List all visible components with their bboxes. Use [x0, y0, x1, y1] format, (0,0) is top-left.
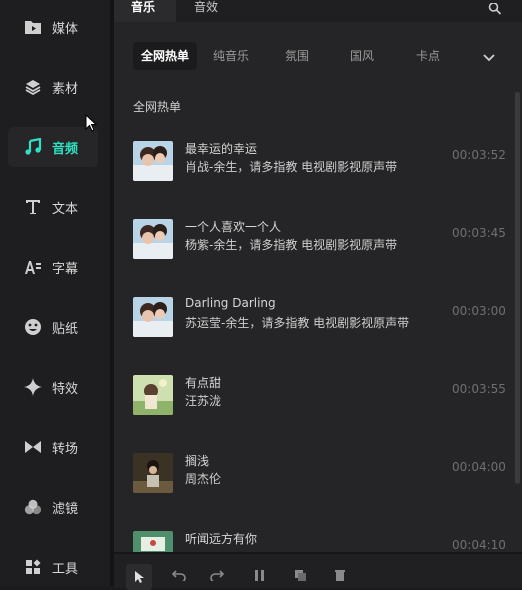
- sidebar-item-materials[interactable]: 素材: [8, 67, 98, 107]
- track-artist: 杨紫-余生，请多指教 电视剧影视原声带: [185, 238, 398, 252]
- album-cover: [133, 531, 173, 552]
- undo-icon[interactable]: [171, 566, 186, 585]
- sidebar-item-subtitle[interactable]: 字幕: [8, 247, 98, 287]
- media-icon: [24, 18, 42, 36]
- sticker-icon: [24, 318, 42, 336]
- sidebar-item-label: 特效: [52, 381, 79, 397]
- track-duration: 00:04:10: [452, 538, 506, 552]
- sidebar-item-label: 音频: [52, 141, 79, 157]
- track-row[interactable]: 一个人喜欢一个人 杨紫-余生，请多指教 电视剧影视原声带 00:03:45: [114, 219, 506, 279]
- copy-icon[interactable]: [294, 566, 306, 585]
- chip-chinese-style[interactable]: 国风: [342, 42, 382, 70]
- split-icon[interactable]: [254, 566, 266, 585]
- track-duration: 00:03:00: [452, 304, 506, 318]
- tools-icon: [24, 558, 42, 576]
- album-cover: [133, 375, 173, 415]
- track-title: 搁浅: [185, 454, 210, 468]
- tab-music[interactable]: 音乐: [114, 0, 176, 22]
- sidebar-item-label: 文本: [52, 201, 79, 217]
- sidebar-item-tools[interactable]: 工具: [8, 547, 98, 587]
- sidebar-item-media[interactable]: 媒体: [8, 7, 98, 47]
- category-chips: 全网热单 纯音乐 氛围 国风 卡点: [114, 40, 522, 72]
- timeline-toolbar: [114, 552, 522, 590]
- track-row[interactable]: 有点甜 汪苏泷 00:03:55: [114, 375, 506, 435]
- delete-icon[interactable]: [334, 566, 346, 585]
- track-title: 一个人喜欢一个人: [185, 220, 282, 234]
- redo-icon[interactable]: [210, 566, 225, 585]
- sidebar-item-sticker[interactable]: 贴纸: [8, 307, 98, 347]
- track-title: 有点甜: [185, 376, 222, 390]
- subtitle-icon: [24, 258, 42, 276]
- chip-hot-list[interactable]: 全网热单: [133, 42, 198, 70]
- chip-beat-sync[interactable]: 卡点: [408, 42, 448, 70]
- mouse-cursor-icon: [85, 113, 98, 136]
- track-duration: 00:03:52: [452, 148, 506, 162]
- album-cover: [133, 219, 173, 259]
- audio-panel: 音乐 音效 全网热单 纯音乐 氛围 国风 卡点 全网热单 最幸运的幸运 肖战-余…: [114, 0, 522, 590]
- sparkle-icon: [24, 378, 42, 396]
- album-cover: [133, 141, 173, 181]
- tab-sound-effects[interactable]: 音效: [194, 0, 218, 22]
- album-cover: [133, 453, 173, 493]
- tab-bar: 音乐 音效: [114, 0, 522, 22]
- track-row[interactable]: 最幸运的幸运 肖战-余生，请多指教 电视剧影视原声带 00:03:52: [114, 141, 506, 201]
- list-scrollbar[interactable]: [515, 92, 520, 484]
- sidebar-item-label: 滤镜: [52, 501, 79, 517]
- chip-pure-music[interactable]: 纯音乐: [205, 42, 257, 70]
- sidebar-item-transition[interactable]: 转场: [8, 427, 98, 467]
- track-artist: 周杰伦: [185, 472, 222, 486]
- filter-icon: [24, 498, 42, 516]
- transition-icon: [24, 438, 42, 456]
- track-artist: 苏运莹-余生，请多指教 电视剧影视原声带: [185, 316, 410, 330]
- search-icon[interactable]: [488, 0, 502, 19]
- chevron-down-icon[interactable]: [482, 48, 496, 67]
- layers-icon: [24, 78, 42, 96]
- track-artist: 汪苏泷: [185, 394, 222, 408]
- sidebar-item-label: 转场: [52, 441, 79, 457]
- sidebar-item-text[interactable]: 文本: [8, 187, 98, 227]
- sidebar: 媒体 素材 音频 文本 字幕 贴纸 特效 转场 滤镜 工具: [0, 0, 110, 586]
- sidebar-item-label: 工具: [52, 561, 79, 577]
- track-title: Darling Darling: [185, 296, 276, 310]
- track-row[interactable]: 搁浅 周杰伦 00:04:00: [114, 453, 506, 513]
- track-duration: 00:03:45: [452, 226, 506, 240]
- select-tool-icon[interactable]: [126, 564, 152, 590]
- chip-atmosphere[interactable]: 氛围: [277, 42, 317, 70]
- sidebar-item-filter[interactable]: 滤镜: [8, 487, 98, 527]
- track-title: 最幸运的幸运: [185, 142, 258, 156]
- track-artist: 肖战-余生，请多指教 电视剧影视原声带: [185, 160, 398, 174]
- section-title: 全网热单: [133, 100, 182, 114]
- track-row[interactable]: Darling Darling 苏运莹-余生，请多指教 电视剧影视原声带 00:…: [114, 296, 506, 357]
- album-cover: [133, 297, 173, 337]
- sidebar-item-label: 素材: [52, 81, 79, 97]
- track-duration: 00:04:00: [452, 460, 506, 474]
- track-row[interactable]: 听闻远方有你 00:04:10: [114, 531, 506, 552]
- sidebar-item-effects[interactable]: 特效: [8, 367, 98, 407]
- sidebar-item-label: 字幕: [52, 261, 79, 277]
- track-title: 听闻远方有你: [185, 532, 258, 546]
- sidebar-item-label: 贴纸: [52, 321, 79, 337]
- text-icon: [24, 198, 42, 216]
- music-note-icon: [24, 138, 42, 156]
- sidebar-item-label: 媒体: [52, 21, 79, 37]
- track-duration: 00:03:55: [452, 382, 506, 396]
